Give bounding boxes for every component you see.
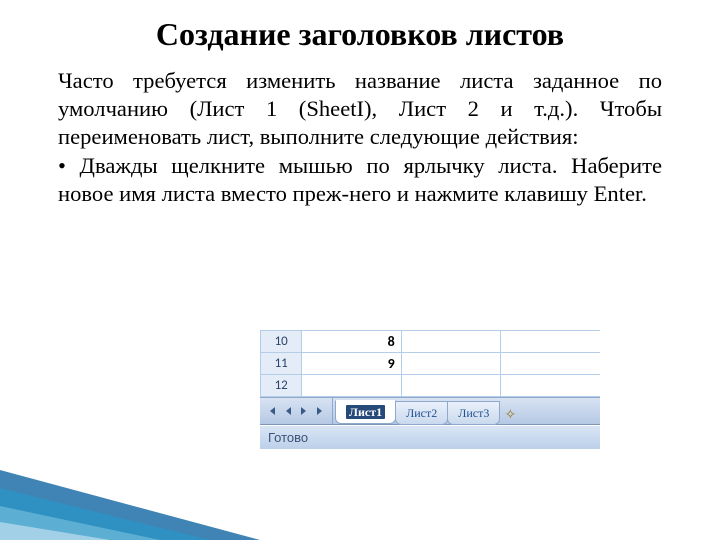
sheet-tab-label: Лист2	[406, 406, 437, 420]
slide: Создание заголовков листов Часто требует…	[0, 0, 720, 540]
cell[interactable]	[501, 353, 600, 375]
paragraph-2: • Дважды щелкните мышью по ярлычку листа…	[58, 152, 662, 208]
cell[interactable]: 8	[302, 331, 401, 353]
sheet-tab-label: Лист1	[346, 405, 385, 419]
new-sheet-icon[interactable]: ✧	[499, 407, 521, 424]
sheet-tab-3[interactable]: Лист3	[447, 401, 500, 425]
cell[interactable]	[401, 331, 500, 353]
cell[interactable]	[401, 353, 500, 375]
table-row: 10 8	[261, 331, 601, 353]
cell[interactable]	[302, 375, 401, 397]
grid-fragment: 10 8 11 9 12	[260, 330, 600, 397]
next-tab-icon[interactable]	[298, 404, 310, 418]
body-text: Часто требуется изменить название листа …	[58, 67, 662, 208]
table-row: 11 9	[261, 353, 601, 375]
prev-tab-icon[interactable]	[282, 404, 294, 418]
row-header[interactable]: 10	[261, 331, 302, 353]
sheet-tabs: Лист1 Лист2 Лист3 ✧	[333, 398, 521, 424]
sheet-tab-label: Лист3	[458, 406, 489, 420]
cell[interactable]	[501, 375, 600, 397]
sheet-tab-2[interactable]: Лист2	[395, 401, 448, 425]
status-bar: Готово	[260, 425, 600, 449]
row-header[interactable]: 12	[261, 375, 302, 397]
cell[interactable]	[401, 375, 500, 397]
tab-strip-spacer	[521, 398, 600, 424]
cell[interactable]: 9	[302, 353, 401, 375]
table-row: 12	[261, 375, 601, 397]
row-header[interactable]: 11	[261, 353, 302, 375]
sheet-tab-1[interactable]: Лист1	[335, 400, 396, 424]
excel-screenshot: 10 8 11 9 12	[260, 330, 600, 460]
cell[interactable]	[501, 331, 600, 353]
first-tab-icon[interactable]	[266, 404, 278, 418]
paragraph-1: Часто требуется изменить название листа …	[58, 67, 662, 152]
decorative-wedge	[0, 440, 260, 540]
tab-nav-buttons	[260, 398, 333, 424]
sheet-tab-strip: Лист1 Лист2 Лист3 ✧	[260, 397, 600, 425]
slide-title: Создание заголовков листов	[58, 16, 662, 53]
status-text: Готово	[268, 430, 308, 445]
last-tab-icon[interactable]	[314, 404, 326, 418]
